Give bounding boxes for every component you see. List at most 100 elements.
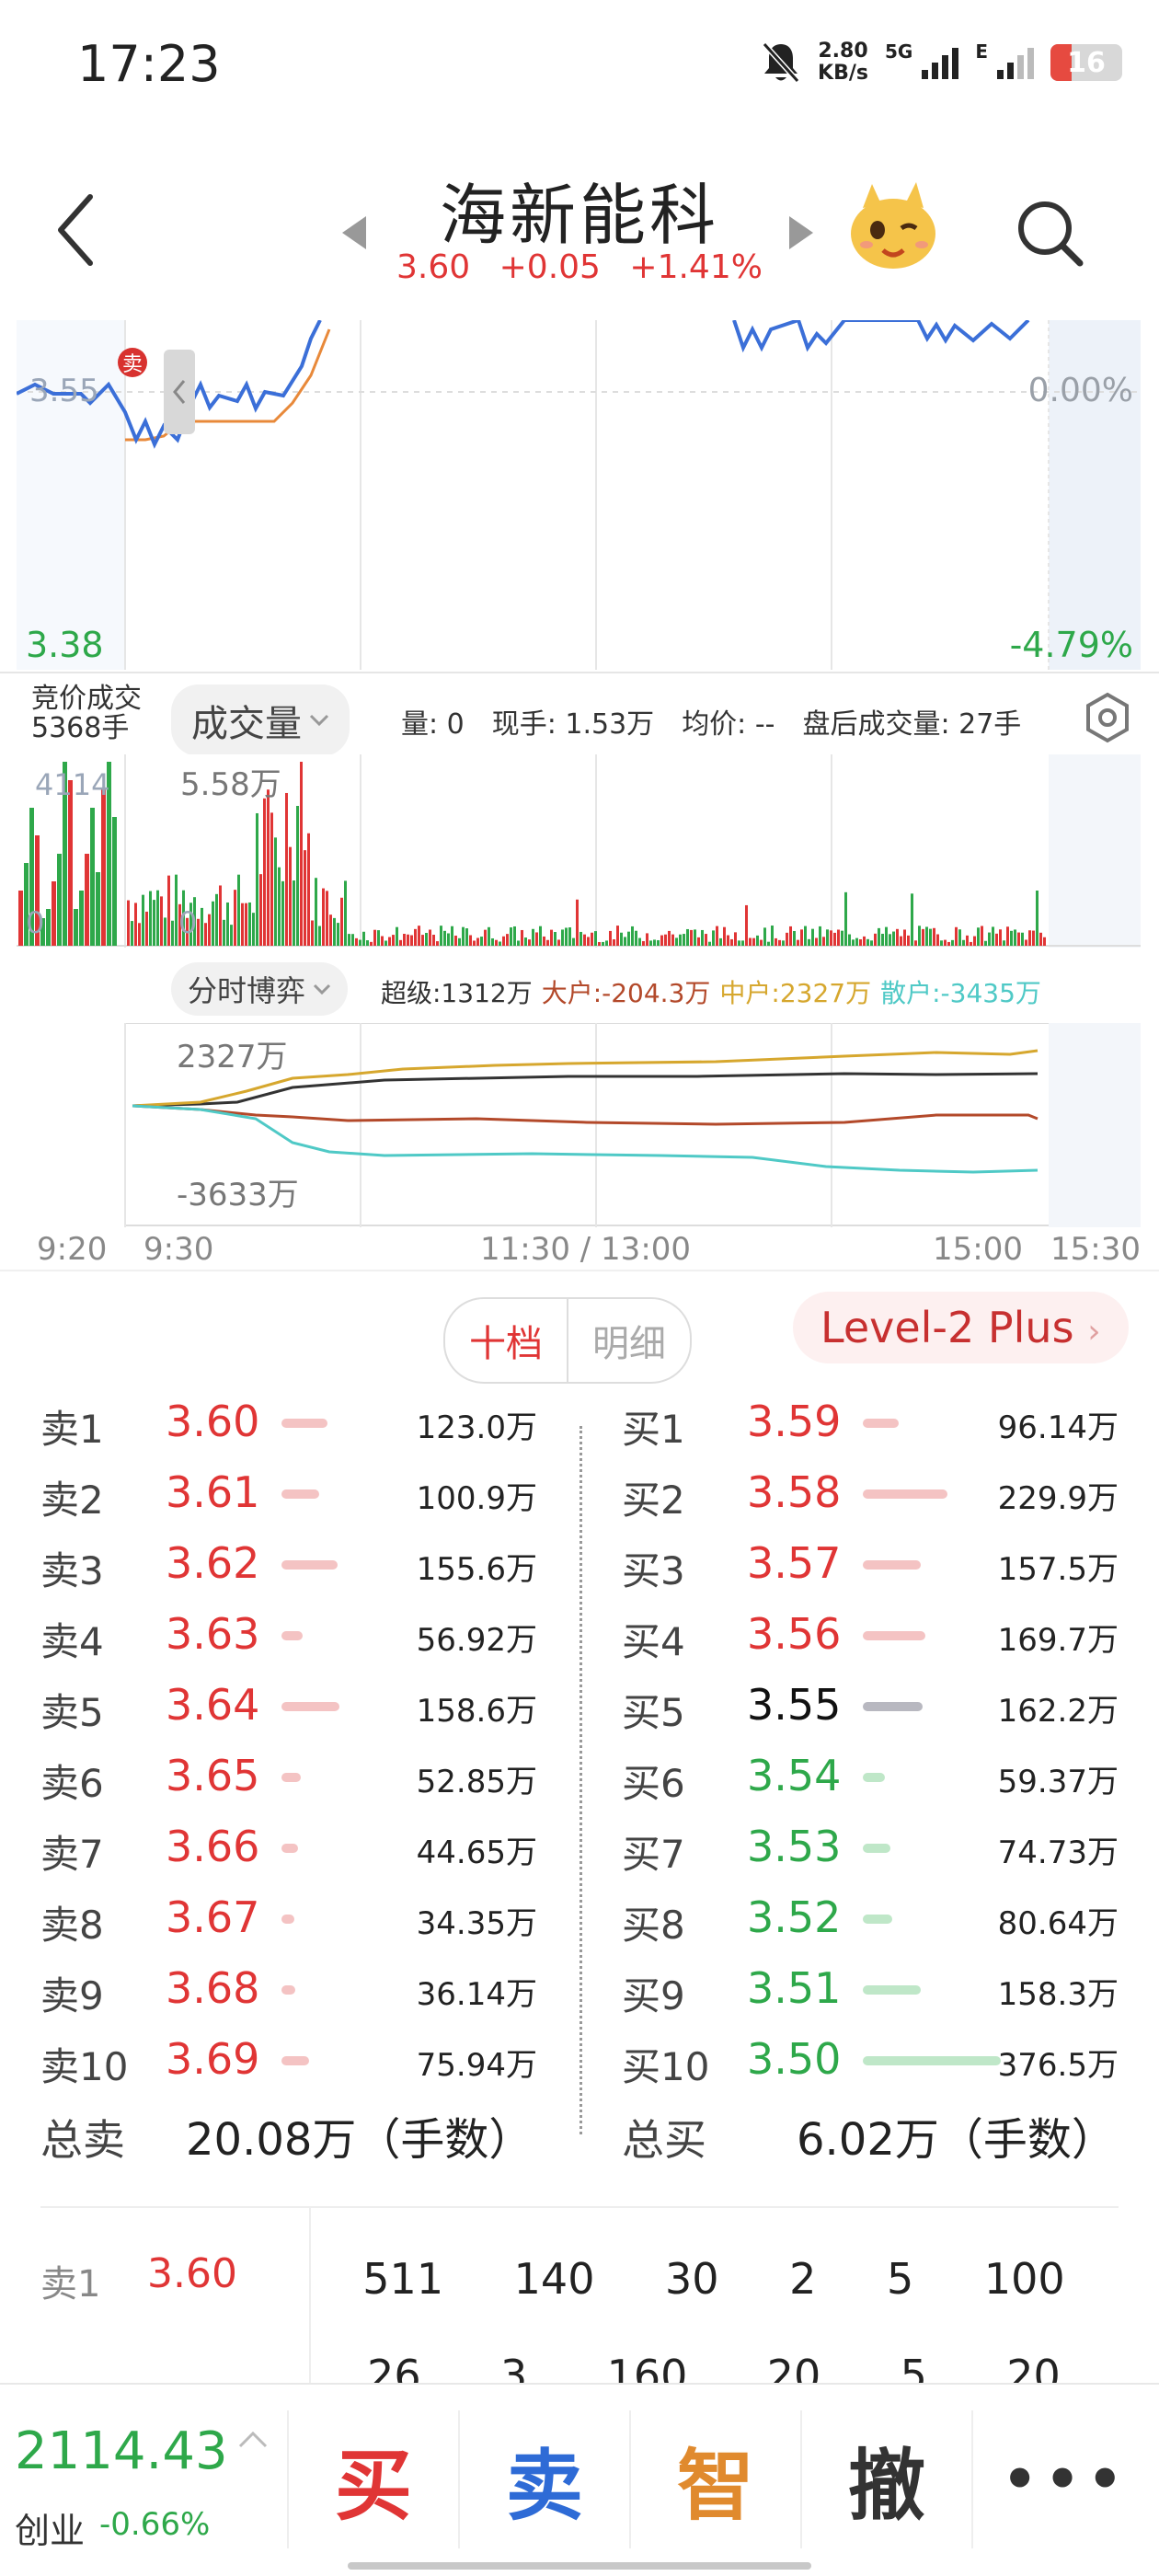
volume-bar <box>852 939 855 946</box>
volume-bar <box>226 902 229 946</box>
buy-volume-bar <box>863 1915 892 1924</box>
sell-level-label: 卖1 <box>40 1407 104 1452</box>
volume-bar <box>392 935 395 946</box>
volume-bar <box>550 929 553 946</box>
buy-level-volume: 162.2万 <box>997 1693 1119 1730</box>
queue-row: 26 3 160 20 5 20 <box>327 2351 1100 2387</box>
volume-bar <box>68 780 73 946</box>
level2-plus-button[interactable]: Level-2 Plus › <box>793 1292 1129 1363</box>
index-value[interactable]: 2114.43 <box>15 2421 228 2481</box>
cancel-order-button[interactable]: 撤 <box>800 2410 971 2548</box>
next-stock-icon[interactable] <box>787 214 815 251</box>
volume-bar <box>462 926 465 946</box>
volume-bar <box>822 937 825 946</box>
volume-bar <box>568 927 571 946</box>
sell-volume-bar <box>281 1489 319 1499</box>
volume-bar <box>373 929 376 946</box>
sell-volume-bar <box>281 1985 295 1995</box>
volume-bar <box>576 899 579 946</box>
buy-button[interactable]: 买 <box>287 2410 458 2548</box>
volume-bar <box>326 891 328 946</box>
queue-order: 20 <box>1006 2351 1061 2387</box>
volume-bar <box>1021 932 1024 946</box>
buy-level-row[interactable]: 买1 3.59 96.14万 <box>622 1389 1119 1460</box>
volume-bar <box>826 929 829 946</box>
sell-level-volume: 158.6万 <box>416 1693 537 1730</box>
volume-bar <box>278 867 281 946</box>
volume-bar <box>517 940 520 946</box>
buy-level-volume: 157.5万 <box>997 1551 1119 1588</box>
sell-level-row[interactable]: 卖6 3.65 52.85万 <box>40 1743 537 1814</box>
search-icon[interactable] <box>1012 195 1085 269</box>
intraday-price-chart[interactable]: 卖 3.55 0.00% 3.38 -4.79% <box>17 320 1141 670</box>
sell-level-row[interactable]: 卖9 3.68 36.14万 <box>40 1956 537 2027</box>
buy-level-row[interactable]: 买4 3.56 169.7万 <box>622 1602 1119 1673</box>
total-sell-value: 20.08万（手数） <box>186 2114 534 2166</box>
volume-bar <box>219 885 222 946</box>
buy-level-row[interactable]: 买10 3.50 376.5万 <box>622 2027 1119 2098</box>
chart-scroll-handle[interactable] <box>164 350 195 434</box>
volume-bar <box>311 920 314 946</box>
buy-level-row[interactable]: 买8 3.52 80.64万 <box>622 1885 1119 1956</box>
volume-bar <box>741 940 744 946</box>
volume-bar <box>142 894 144 946</box>
capital-flow-chart[interactable]: 2327万 -3633万 <box>17 1023 1141 1227</box>
volume-zero-label: 0 <box>178 905 197 940</box>
sell-level-row[interactable]: 卖8 3.67 34.35万 <box>40 1885 537 1956</box>
volume-bar <box>771 926 774 946</box>
volume-bar <box>951 939 954 946</box>
buy-level-price: 3.59 <box>747 1397 842 1446</box>
time-tick: 15:00 <box>933 1231 1023 1268</box>
sell-volume-bar <box>281 1560 338 1570</box>
buy-level-row[interactable]: 买2 3.58 229.9万 <box>622 1460 1119 1531</box>
capital-flow-select[interactable]: 分时博弈 <box>171 962 349 1016</box>
volume-bar <box>944 939 947 946</box>
legend-mid: 中户:2327万 <box>719 978 872 1008</box>
volume-bar <box>664 934 667 946</box>
tab-detail[interactable]: 明细 <box>568 1299 690 1382</box>
volume-bar <box>870 940 873 946</box>
volume-bar <box>476 937 479 946</box>
buy-level-row[interactable]: 买6 3.54 59.37万 <box>622 1743 1119 1814</box>
sell-level-row[interactable]: 卖5 3.64 158.6万 <box>40 1673 537 1743</box>
buy-level-row[interactable]: 买5 3.55 162.2万 <box>622 1673 1119 1743</box>
buy-level-row[interactable]: 买3 3.57 157.5万 <box>622 1531 1119 1602</box>
volume-bar <box>878 927 880 946</box>
volume-bar <box>977 927 980 946</box>
buy-level-row[interactable]: 买7 3.53 74.73万 <box>622 1814 1119 1885</box>
sell-level-row[interactable]: 卖1 3.60 123.0万 <box>40 1389 537 1460</box>
buy-level-row[interactable]: 买9 3.51 158.3万 <box>622 1956 1119 2027</box>
volume-bar <box>407 934 409 946</box>
sell-level-row[interactable]: 卖7 3.66 44.65万 <box>40 1814 537 1885</box>
volume-bar <box>384 940 387 946</box>
sell-level-row[interactable]: 卖10 3.69 75.94万 <box>40 2027 537 2098</box>
volume-bar <box>947 941 950 946</box>
signal-icon-2 <box>997 46 1034 79</box>
home-indicator[interactable] <box>348 2562 811 2570</box>
buy-level-label: 买3 <box>622 1548 685 1593</box>
volume-bar <box>749 937 752 946</box>
settings-gear-icon[interactable] <box>1082 692 1133 743</box>
volume-bar <box>1036 891 1039 946</box>
tab-ten-level[interactable]: 十档 <box>445 1299 568 1382</box>
more-button[interactable]: ••• <box>971 2410 1159 2548</box>
sell-button[interactable]: 卖 <box>458 2410 629 2548</box>
volume-bar <box>686 928 689 946</box>
sell-level-row[interactable]: 卖4 3.63 56.92万 <box>40 1602 537 1673</box>
sell-level-row[interactable]: 卖2 3.61 100.9万 <box>40 1460 537 1531</box>
queue-order: 2 <box>789 2254 817 2304</box>
volume-bar-chart[interactable]: 5.58万 4114 0 0 <box>17 754 1141 948</box>
time-axis: 9:20 9:30 11:30 / 13:00 15:00 15:30 <box>0 1225 1159 1271</box>
chevron-up-icon[interactable] <box>237 2429 269 2449</box>
volume-bar <box>223 919 225 946</box>
buy-volume-bar <box>863 1773 885 1782</box>
sell-level-row[interactable]: 卖3 3.62 155.6万 <box>40 1531 537 1602</box>
volume-bar <box>572 937 575 946</box>
smart-order-button[interactable]: 智 <box>629 2410 800 2548</box>
stat-avg-price: 均价: -- <box>682 708 775 741</box>
sell-level-volume: 44.65万 <box>416 1834 537 1871</box>
volume-indicator-select[interactable]: 成交量 <box>171 684 350 756</box>
volume-bar <box>1043 937 1046 946</box>
volume-bar <box>85 854 89 946</box>
mascot-icon[interactable] <box>844 180 942 272</box>
